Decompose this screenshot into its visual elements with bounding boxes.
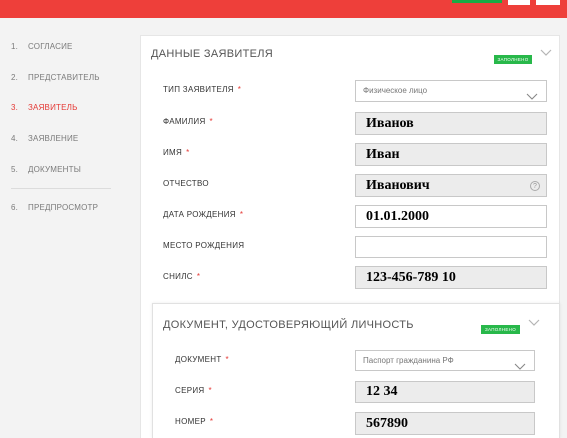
filled-badge: ЗАПОЛНЕНО xyxy=(481,325,520,334)
patronymic-value: Иванович xyxy=(366,178,430,193)
step-number: 3. xyxy=(11,103,19,112)
document-type-label: ДОКУМЕНТ * xyxy=(175,355,229,364)
step-number: 4. xyxy=(11,134,19,143)
number-input[interactable]: 567890 xyxy=(355,412,535,435)
chevron-down-icon xyxy=(526,88,538,108)
sidebar-item-consent[interactable]: 1. СОГЛАСИЕ xyxy=(11,42,73,51)
surname-label: ФАМИЛИЯ * xyxy=(163,117,213,126)
step-number: 5. xyxy=(11,165,19,174)
snils-label: СНИЛС * xyxy=(163,272,201,281)
sidebar-item-documents[interactable]: 5. ДОКУМЕНТЫ xyxy=(11,165,81,174)
applicant-type-label: ТИП ЗАЯВИТЕЛЯ * xyxy=(163,85,242,94)
patronymic-input[interactable]: Иванович ? xyxy=(355,174,547,197)
filled-badge: ЗАПОЛНЕНО xyxy=(494,55,532,64)
step-label: ЗАЯВИТЕЛЬ xyxy=(28,103,78,112)
document-type-value: Паспорт гражданина РФ xyxy=(363,356,454,365)
step-label: СОГЛАСИЕ xyxy=(28,42,73,51)
sidebar-item-preview[interactable]: 6. ПРЕДПРОСМОТР xyxy=(11,203,98,212)
series-input[interactable]: 12 34 xyxy=(355,381,535,403)
chevron-down-icon xyxy=(514,358,526,377)
name-input[interactable]: Иван xyxy=(355,143,547,166)
document-type-select[interactable]: Паспорт гражданина РФ xyxy=(355,350,535,371)
sidebar-item-representative[interactable]: 2. ПРЕДСТАВИТЕЛЬ xyxy=(11,73,100,82)
applicant-section-title: ДАННЫЕ ЗАЯВИТЕЛЯ xyxy=(151,48,273,60)
applicant-type-select[interactable]: Физическое лицо xyxy=(355,80,547,102)
identity-document-title: ДОКУМЕНТ, УДОСТОВЕРЯЮЩИЙ ЛИЧНОСТЬ xyxy=(163,319,414,331)
top-button-1[interactable] xyxy=(508,0,530,5)
top-action-button[interactable] xyxy=(452,0,502,3)
top-bar xyxy=(0,0,567,18)
birth-place-label: МЕСТО РОЖДЕНИЯ xyxy=(163,241,245,250)
chevron-down-icon[interactable] xyxy=(528,319,540,327)
sidebar-item-applicant[interactable]: 3. ЗАЯВИТЕЛЬ xyxy=(11,103,78,112)
step-number: 6. xyxy=(11,203,19,212)
applicant-type-value: Физическое лицо xyxy=(363,86,428,95)
number-label: НОМЕР * xyxy=(175,417,214,426)
step-label: ДОКУМЕНТЫ xyxy=(28,165,82,174)
chevron-down-icon[interactable] xyxy=(540,49,552,57)
step-label: ПРЕДПРОСМОТР xyxy=(28,203,99,212)
birth-place-input[interactable] xyxy=(355,236,547,258)
surname-input[interactable]: Иванов xyxy=(355,112,547,135)
birth-date-input[interactable]: 01.01.2000 xyxy=(355,205,547,228)
step-number: 2. xyxy=(11,73,19,82)
name-label: ИМЯ * xyxy=(163,148,190,157)
patronymic-label: ОТЧЕСТВО xyxy=(163,179,209,188)
step-label: ЗАЯВЛЕНИЕ xyxy=(28,134,79,143)
birth-date-label: ДАТА РОЖДЕНИЯ * xyxy=(163,210,244,219)
steps-sidebar: 1. СОГЛАСИЕ 2. ПРЕДСТАВИТЕЛЬ 3. ЗАЯВИТЕЛЬ 4… xyxy=(0,18,130,438)
sidebar-item-statement[interactable]: 4. ЗАЯВЛЕНИЕ xyxy=(11,134,78,143)
step-label: ПРЕДСТАВИТЕЛЬ xyxy=(28,73,100,82)
question-circle-icon[interactable]: ? xyxy=(530,180,540,191)
top-button-2[interactable] xyxy=(536,0,560,5)
step-number: 1. xyxy=(11,42,19,51)
snils-input[interactable]: 123-456-789 10 xyxy=(355,266,547,289)
series-label: СЕРИЯ * xyxy=(175,386,212,395)
sidebar-divider xyxy=(11,188,111,189)
